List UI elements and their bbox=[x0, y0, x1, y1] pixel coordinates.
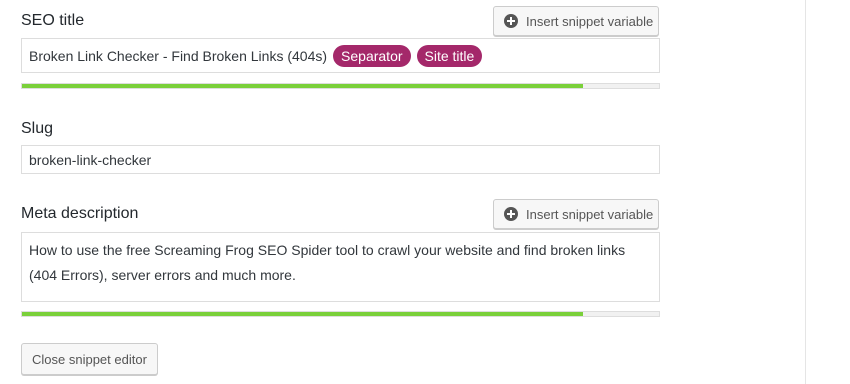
seo-title-text: Broken Link Checker - Find Broken Links … bbox=[29, 47, 328, 64]
slug-input[interactable]: broken-link-checker bbox=[21, 145, 660, 174]
meta-description-progress-fill bbox=[22, 312, 583, 316]
meta-description-textarea[interactable]: How to use the free Screaming Frog SEO S… bbox=[21, 232, 660, 302]
meta-description-insert-variable-button[interactable]: Insert snippet variable bbox=[493, 199, 659, 229]
plus-circle-icon bbox=[504, 14, 518, 28]
seo-title-input[interactable]: Broken Link Checker - Find Broken Links … bbox=[21, 38, 660, 73]
close-snippet-editor-button[interactable]: Close snippet editor bbox=[21, 343, 158, 375]
seo-title-progress-bar bbox=[21, 83, 660, 89]
meta-description-progress-bar bbox=[21, 311, 660, 317]
variable-pill-site-title[interactable]: Site title bbox=[416, 44, 483, 67]
slug-label: Slug bbox=[21, 120, 54, 137]
seo-title-label: SEO title bbox=[21, 12, 85, 29]
slug-text: broken-link-checker bbox=[29, 151, 152, 168]
panel-right-border bbox=[805, 0, 806, 384]
insert-variable-label: Insert snippet variable bbox=[526, 13, 654, 29]
seo-title-progress-fill bbox=[22, 84, 583, 88]
insert-variable-label: Insert snippet variable bbox=[526, 206, 654, 222]
variable-pill-separator[interactable]: Separator bbox=[333, 44, 411, 67]
meta-description-label: Meta description bbox=[21, 205, 139, 222]
seo-title-insert-variable-button[interactable]: Insert snippet variable bbox=[493, 6, 659, 36]
plus-circle-icon bbox=[504, 207, 518, 221]
